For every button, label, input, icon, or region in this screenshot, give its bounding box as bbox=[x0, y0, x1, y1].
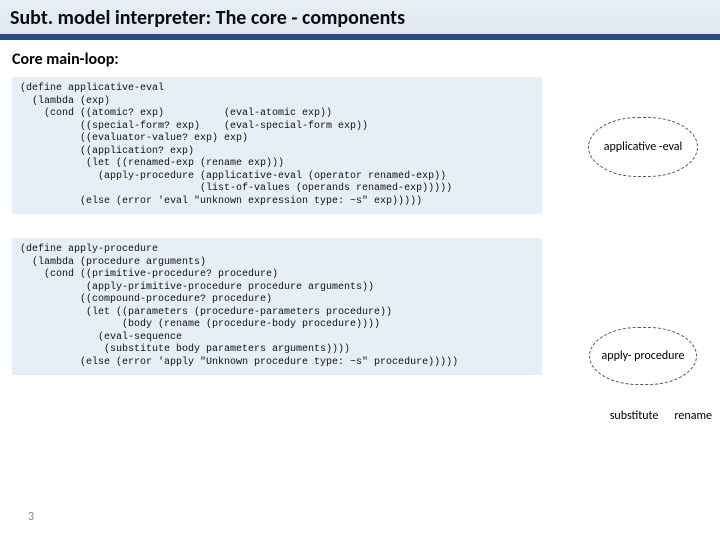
callout-label: applicative -eval bbox=[604, 140, 682, 154]
section-subheading: Core main-loop: bbox=[0, 40, 720, 77]
label-rename: rename bbox=[674, 409, 712, 423]
callout-label: apply- procedure bbox=[602, 349, 685, 363]
code-block-apply-procedure: (define apply-procedure (lambda (procedu… bbox=[12, 238, 542, 375]
code-block-applicative-eval: (define applicative-eval (lambda (exp) (… bbox=[12, 77, 542, 214]
callout-applicative-eval: applicative -eval bbox=[588, 117, 698, 177]
content-area: (define applicative-eval (lambda (exp) (… bbox=[0, 77, 720, 375]
title-bar: Subt. model interpreter: The core - comp… bbox=[0, 0, 720, 40]
callout-apply-procedure: apply- procedure bbox=[589, 327, 697, 385]
side-labels: substitute rename bbox=[610, 409, 712, 423]
label-substitute: substitute bbox=[610, 409, 659, 423]
slide-title: Subt. model interpreter: The core - comp… bbox=[10, 6, 710, 30]
page-number: 3 bbox=[28, 510, 34, 524]
